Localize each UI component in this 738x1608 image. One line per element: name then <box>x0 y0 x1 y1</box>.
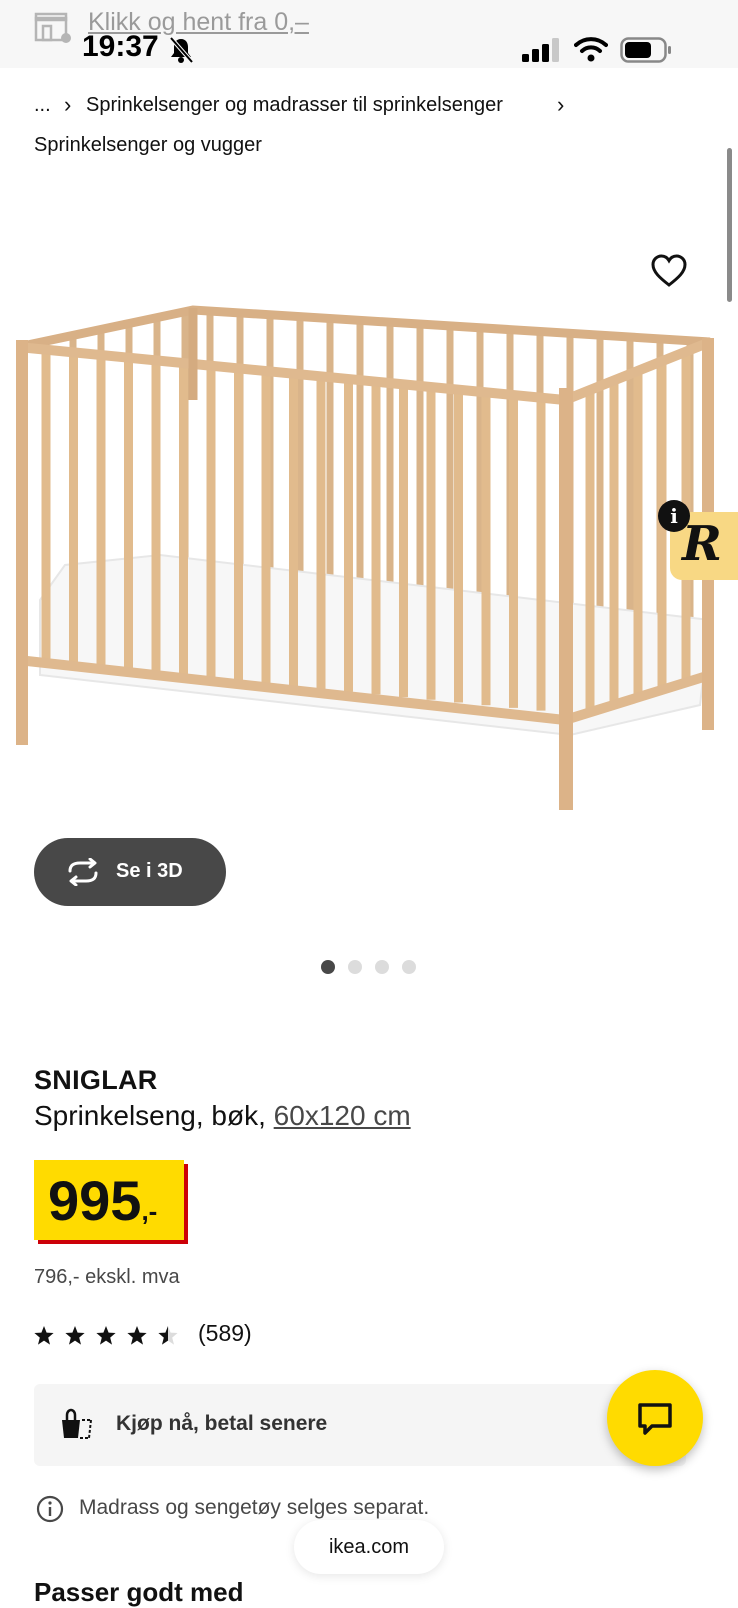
rating-star-4 <box>127 1326 147 1345</box>
silent-bell-icon <box>169 36 194 64</box>
rating-star-1 <box>34 1326 54 1345</box>
separate-sale-notice: Madrass og sengetøy selges separat. <box>79 1496 430 1519</box>
rating-star-3 <box>96 1326 116 1345</box>
price-excl-vat: 796,- ekskl. mva <box>34 1266 180 1288</box>
scrollbar[interactable] <box>727 148 732 302</box>
r-extension-logo: R <box>682 516 722 572</box>
info-icon <box>36 1495 64 1523</box>
price-tag: 995,- <box>34 1160 184 1240</box>
breadcrumb-item-cribs-mattresses[interactable]: Sprinkelsenger og madrasser til sprinkel… <box>86 94 503 117</box>
carousel-dot-4[interactable] <box>402 960 416 974</box>
rating-stars[interactable] <box>34 1322 184 1348</box>
breadcrumb-separator: › <box>64 92 72 117</box>
battery-icon <box>620 37 671 63</box>
info-badge[interactable]: i <box>658 500 690 532</box>
carousel-dot-2[interactable] <box>348 960 362 974</box>
breadcrumb-item-cribs-cradles[interactable]: Sprinkelsenger og vugger <box>34 134 262 157</box>
product-name: SNIGLAR <box>34 1065 158 1095</box>
rating-star-2 <box>65 1326 85 1345</box>
heart-icon[interactable] <box>650 253 688 289</box>
chat-bubble-icon <box>638 1403 672 1435</box>
carousel-dot-1[interactable] <box>321 960 335 974</box>
browser-url-pill[interactable]: ikea.com <box>294 1520 444 1574</box>
store-icon <box>34 12 71 43</box>
cellular-signal-icon <box>522 38 559 62</box>
carousel-dot-3[interactable] <box>375 960 389 974</box>
breadcrumb-ellipsis[interactable]: ... <box>34 94 51 117</box>
review-count[interactable]: (589) <box>198 1320 252 1347</box>
clock: 19:37 <box>82 30 159 63</box>
product-type: Sprinkelseng, bøk, <box>34 1100 274 1131</box>
view-3d-button[interactable]: Se i 3D <box>34 838 226 906</box>
buy-now-pay-later-banner[interactable]: Kjøp nå, betal senere <box>34 1384 686 1466</box>
chat-button[interactable] <box>607 1370 703 1466</box>
buy-now-pay-later-label: Kjøp nå, betal senere <box>116 1412 328 1435</box>
goes-well-with-heading: Passer godt med <box>34 1577 244 1607</box>
product-size-link[interactable]: 60x120 cm <box>274 1100 411 1131</box>
price-integer: 995 <box>48 1169 142 1232</box>
wifi-icon <box>574 37 608 62</box>
breadcrumb-separator: › <box>557 92 565 117</box>
rotate-3d-icon <box>68 858 98 886</box>
price-value: 995,- <box>48 1168 157 1233</box>
product-image-crib[interactable] <box>10 300 728 840</box>
product-description: Sprinkelseng, bøk, 60x120 cm <box>34 1100 411 1132</box>
price-suffix: ,- <box>141 1196 158 1226</box>
rating-star-5 <box>158 1326 178 1345</box>
view-3d-label: Se i 3D <box>116 860 183 882</box>
shopping-bag-icon <box>62 1408 92 1439</box>
